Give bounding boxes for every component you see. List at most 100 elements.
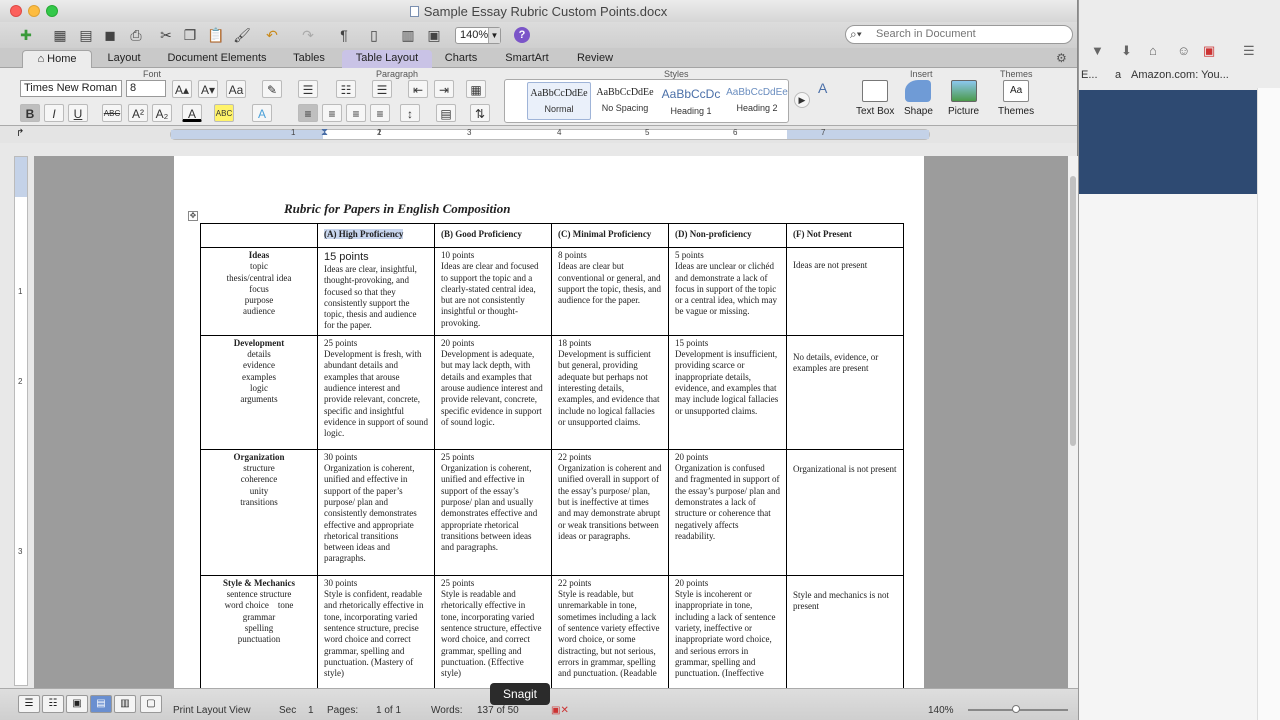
print-icon[interactable]: ⎙ [126,25,146,45]
rubric-cell[interactable]: 22 points Style is readable, but unremark… [551,574,669,688]
indent-marker-icon[interactable]: ⧗ [321,127,328,138]
font-name-select[interactable]: Times New Roman [20,80,122,97]
document-page[interactable]: Rubric for Papers in English Composition… [174,156,924,688]
criterion-cell[interactable]: Development details evidence examples lo… [200,334,318,450]
change-case-icon[interactable]: Aa [226,80,246,98]
styles-next-icon[interactable]: ▶ [794,92,810,108]
zoom-slider-knob[interactable] [1012,705,1020,713]
rubric-table[interactable]: (A) High Proficiency (B) Good Proficienc… [200,223,904,688]
gallery-icon[interactable]: ▥ [398,25,418,45]
borders-icon[interactable]: ▦ [466,80,486,98]
rubric-cell[interactable]: 30 points Style is confident, readable an… [317,574,435,688]
font-color-icon[interactable]: A [182,104,202,122]
sort-icon[interactable]: ⇅ [470,104,490,122]
outline-view-icon[interactable]: ☷ [42,695,64,713]
style-heading-2[interactable]: AaBbCcDdEe Heading 2 [725,82,789,120]
bookmark-amazon[interactable]: Amazon.com: You... [1131,69,1229,81]
rubric-cell[interactable]: 8 points Ideas are clear but conventional… [551,247,669,336]
header-cell[interactable]: (A) High Proficiency [317,223,435,248]
align-right-icon[interactable]: ≡ [346,104,366,122]
tab-layout[interactable]: Layout [98,50,150,68]
bookmark-item[interactable]: E... [1081,69,1098,81]
multilevel-list-icon[interactable]: ☰ [372,80,392,98]
tab-home[interactable]: ⌂ Home [22,50,92,68]
pocket-icon[interactable]: ▼ [1091,43,1104,58]
rubric-cell[interactable]: 10 points Ideas are clear and focused to … [434,247,552,336]
underline-icon[interactable]: U [68,104,88,122]
zoom-slider[interactable] [968,705,1068,713]
new-document-icon[interactable]: ✚ [16,25,36,45]
rubric-cell[interactable]: Ideas are not present [786,247,904,336]
rubric-cell[interactable]: 15 points Development is insufficient, pr… [668,334,787,450]
criterion-cell[interactable]: Style & Mechanics sentence structure wor… [200,574,318,688]
snagit-tooltip[interactable]: Snagit [490,683,550,705]
save-icon[interactable]: ◼ [100,25,120,45]
grow-font-icon[interactable]: A▴ [172,80,192,98]
rubric-cell[interactable]: 25 points Development is fresh, with abun… [317,334,435,450]
shading-icon[interactable]: ▤ [436,104,456,122]
tab-smartart[interactable]: SmartArt [496,50,558,68]
criterion-cell[interactable]: Organization structure coherence unity t… [200,448,318,576]
cut-icon[interactable]: ✂ [156,25,176,45]
templates-icon[interactable]: ▦ [50,25,70,45]
browser-scrollbar[interactable] [1257,88,1280,720]
focus-view-icon[interactable]: ▢ [140,695,162,713]
tab-review[interactable]: Review [570,50,620,68]
sidebar-icon[interactable]: ▯ [364,25,384,45]
header-cell[interactable]: (F) Not Present [786,223,904,248]
undo-icon[interactable]: ↶ [262,25,282,45]
redo-icon[interactable]: ↷ [298,25,318,45]
rubric-cell[interactable]: 20 points Style is incoherent or inapprop… [668,574,787,688]
highlight-icon[interactable]: ABC [214,104,234,122]
chat-icon[interactable]: ☺ [1177,43,1190,58]
tab-table-layout[interactable]: Table Layout [342,50,432,68]
tab-document-elements[interactable]: Document Elements [158,50,276,68]
text-effects-icon[interactable]: A [252,104,272,122]
help-icon[interactable]: ? [514,27,530,43]
header-cell-empty[interactable] [200,223,318,248]
tab-charts[interactable]: Charts [438,50,484,68]
gear-icon[interactable]: ⚙ [1056,51,1067,65]
draft-view-icon[interactable]: ☰ [18,695,40,713]
tab-tables[interactable]: Tables [284,50,334,68]
vertical-ruler[interactable]: 1 2 3 [14,156,28,686]
rubric-cell[interactable]: 20 points Development is adequate, but ma… [434,334,552,450]
extension-icon[interactable]: ▣ [1203,43,1215,59]
paste-icon[interactable]: 📋 [206,25,226,45]
insert-picture[interactable]: Picture [948,80,979,117]
rubric-cell[interactable]: No details, evidence, or examples are pr… [786,334,904,450]
text-styles-icon[interactable]: A [818,80,827,96]
rubric-cell[interactable]: 20 points Organization is confused and fr… [668,448,787,576]
table-move-handle-icon[interactable]: ✥ [188,211,198,221]
subscript-icon[interactable]: A₂ [152,104,172,122]
horizontal-ruler[interactable]: 1 1 2 3 4 5 6 7 ⧗ [170,127,930,140]
clear-formatting-icon[interactable]: ✎ [262,80,282,98]
bullets-icon[interactable]: ☰ [298,80,318,98]
insert-shape[interactable]: Shape [904,80,933,117]
download-icon[interactable]: ⬇ [1121,43,1132,59]
justify-icon[interactable]: ≡ [370,104,390,122]
decrease-indent-icon[interactable]: ⇤ [408,80,428,98]
rubric-cell[interactable]: 15 points Ideas are clear, insightful, th… [317,247,435,336]
line-spacing-icon[interactable]: ↕ [400,104,420,122]
zoom-select[interactable]: 140% ▼ [455,27,501,44]
themes-button[interactable]: Aa Themes [998,80,1034,117]
publishing-view-icon[interactable]: ▣ [66,695,88,713]
header-cell[interactable]: (C) Minimal Proficiency [551,223,669,248]
header-cell[interactable]: (D) Non-proficiency [668,223,787,248]
rubric-cell[interactable]: 22 points Organization is coherent and un… [551,448,669,576]
proofing-icon[interactable]: ▣✕ [551,705,569,716]
header-cell[interactable]: (B) Good Proficiency [434,223,552,248]
style-heading-1[interactable]: AaBbCcDc Heading 1 [659,82,723,120]
numbering-icon[interactable]: ☷ [336,80,356,98]
shrink-font-icon[interactable]: A▾ [198,80,218,98]
rubric-cell[interactable]: 18 points Development is sufficient but g… [551,334,669,450]
rubric-cell[interactable]: Style and mechanics is not present [786,574,904,688]
show-formatting-icon[interactable]: ¶ [334,25,354,45]
style-no-spacing[interactable]: AaBbCcDdEe No Spacing [593,82,657,120]
font-size-select[interactable]: 8 [126,80,166,97]
open-icon[interactable]: ▤ [76,25,96,45]
superscript-icon[interactable]: A² [128,104,148,122]
home-icon[interactable]: ⌂ [1149,43,1157,58]
rubric-cell[interactable]: 30 points Organization is coherent, unifi… [317,448,435,576]
